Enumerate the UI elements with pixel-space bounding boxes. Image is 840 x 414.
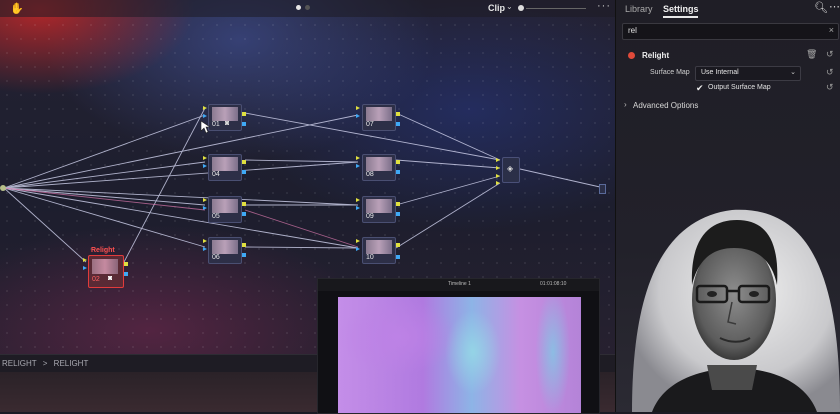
breadcrumb-item[interactable]: RELIGHT	[54, 359, 89, 368]
effects-search-input[interactable]: rel ×	[622, 23, 839, 40]
active-tab-indicator	[663, 16, 698, 18]
reset-icon[interactable]: ↺	[826, 49, 834, 60]
close-icon[interactable]: ×	[829, 25, 834, 35]
viewer-title: Timeline 1	[448, 281, 471, 287]
surface-map-value: Use Internal	[701, 69, 739, 76]
chevron-right-icon[interactable]: ›	[624, 100, 627, 109]
output-surface-map-label: Output Surface Map	[708, 84, 771, 91]
viewer-toolbar: Timeline 1 01:01:08:10	[318, 279, 599, 291]
reset-icon[interactable]: ↺	[826, 82, 834, 93]
output-surface-map-checkbox[interactable]: ✔	[696, 83, 704, 94]
presenter-webcam-image	[612, 190, 840, 412]
surface-map-dropdown[interactable]: Use Internal ⌄	[695, 66, 801, 81]
trash-icon[interactable]: 🗑︎	[806, 49, 817, 60]
viewer-timecode: 01:01:08:10	[540, 281, 567, 287]
tab-settings[interactable]: Settings	[663, 4, 699, 14]
advanced-options-toggle[interactable]: Advanced Options	[633, 101, 698, 110]
search-value: rel	[628, 26, 637, 35]
effect-title: Relight	[642, 51, 670, 60]
viewer-window: Timeline 1 01:01:08:10	[317, 278, 600, 414]
breadcrumb-separator: >	[42, 359, 48, 368]
tab-library[interactable]: Library	[625, 4, 653, 14]
ellipsis-icon[interactable]: ⋯	[829, 0, 840, 13]
effect-enable-toggle[interactable]	[628, 52, 635, 59]
reset-icon[interactable]: ↺	[826, 67, 834, 78]
viewer-image	[338, 297, 581, 413]
chevron-down-icon: ⌄	[790, 69, 796, 76]
surface-map-label: Surface Map	[650, 69, 690, 76]
search-icon[interactable]: 🔍︎	[814, 1, 828, 14]
mouse-cursor-icon	[200, 120, 210, 134]
breadcrumb-item[interactable]: RELIGHT	[2, 359, 37, 368]
